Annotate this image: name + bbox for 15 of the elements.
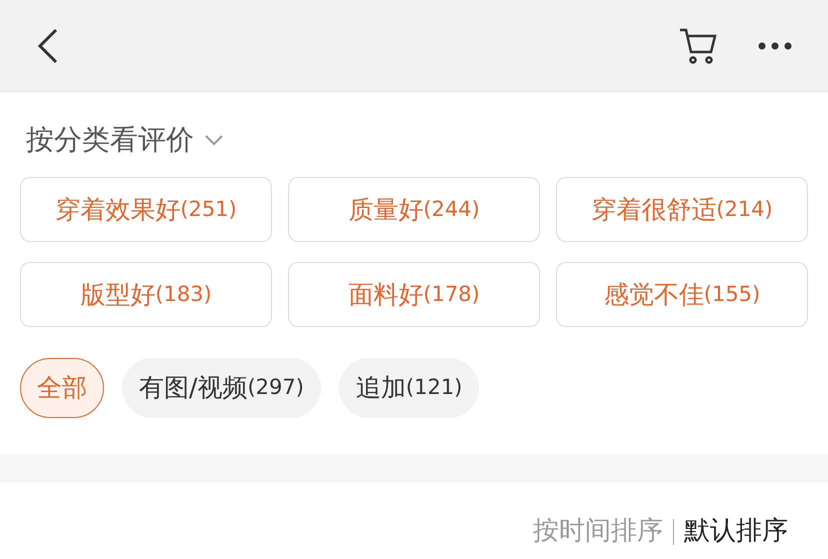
filter-chip[interactable]: 全部 <box>20 358 104 418</box>
review-tag[interactable]: 感觉不佳(155) <box>556 262 808 327</box>
sort-option[interactable]: 默认排序 <box>684 512 788 551</box>
review-tag[interactable]: 版型好(183) <box>20 262 272 327</box>
review-tag[interactable]: 面料好(178) <box>288 262 540 327</box>
chevron-down-icon[interactable] <box>204 134 224 146</box>
sort-option[interactable]: 按时间排序 <box>533 512 663 551</box>
filter-chip[interactable]: 有图/视频(297) <box>122 358 321 418</box>
section-title: 按分类看评价 <box>26 122 194 158</box>
more-icon[interactable] <box>758 42 792 50</box>
review-tag[interactable]: 穿着效果好(251) <box>20 177 272 242</box>
review-tag[interactable]: 穿着很舒适(214) <box>556 177 808 242</box>
back-icon[interactable] <box>36 28 60 64</box>
filter-chip[interactable]: 追加(121) <box>338 358 480 418</box>
review-tag[interactable]: 质量好(244) <box>288 177 540 242</box>
